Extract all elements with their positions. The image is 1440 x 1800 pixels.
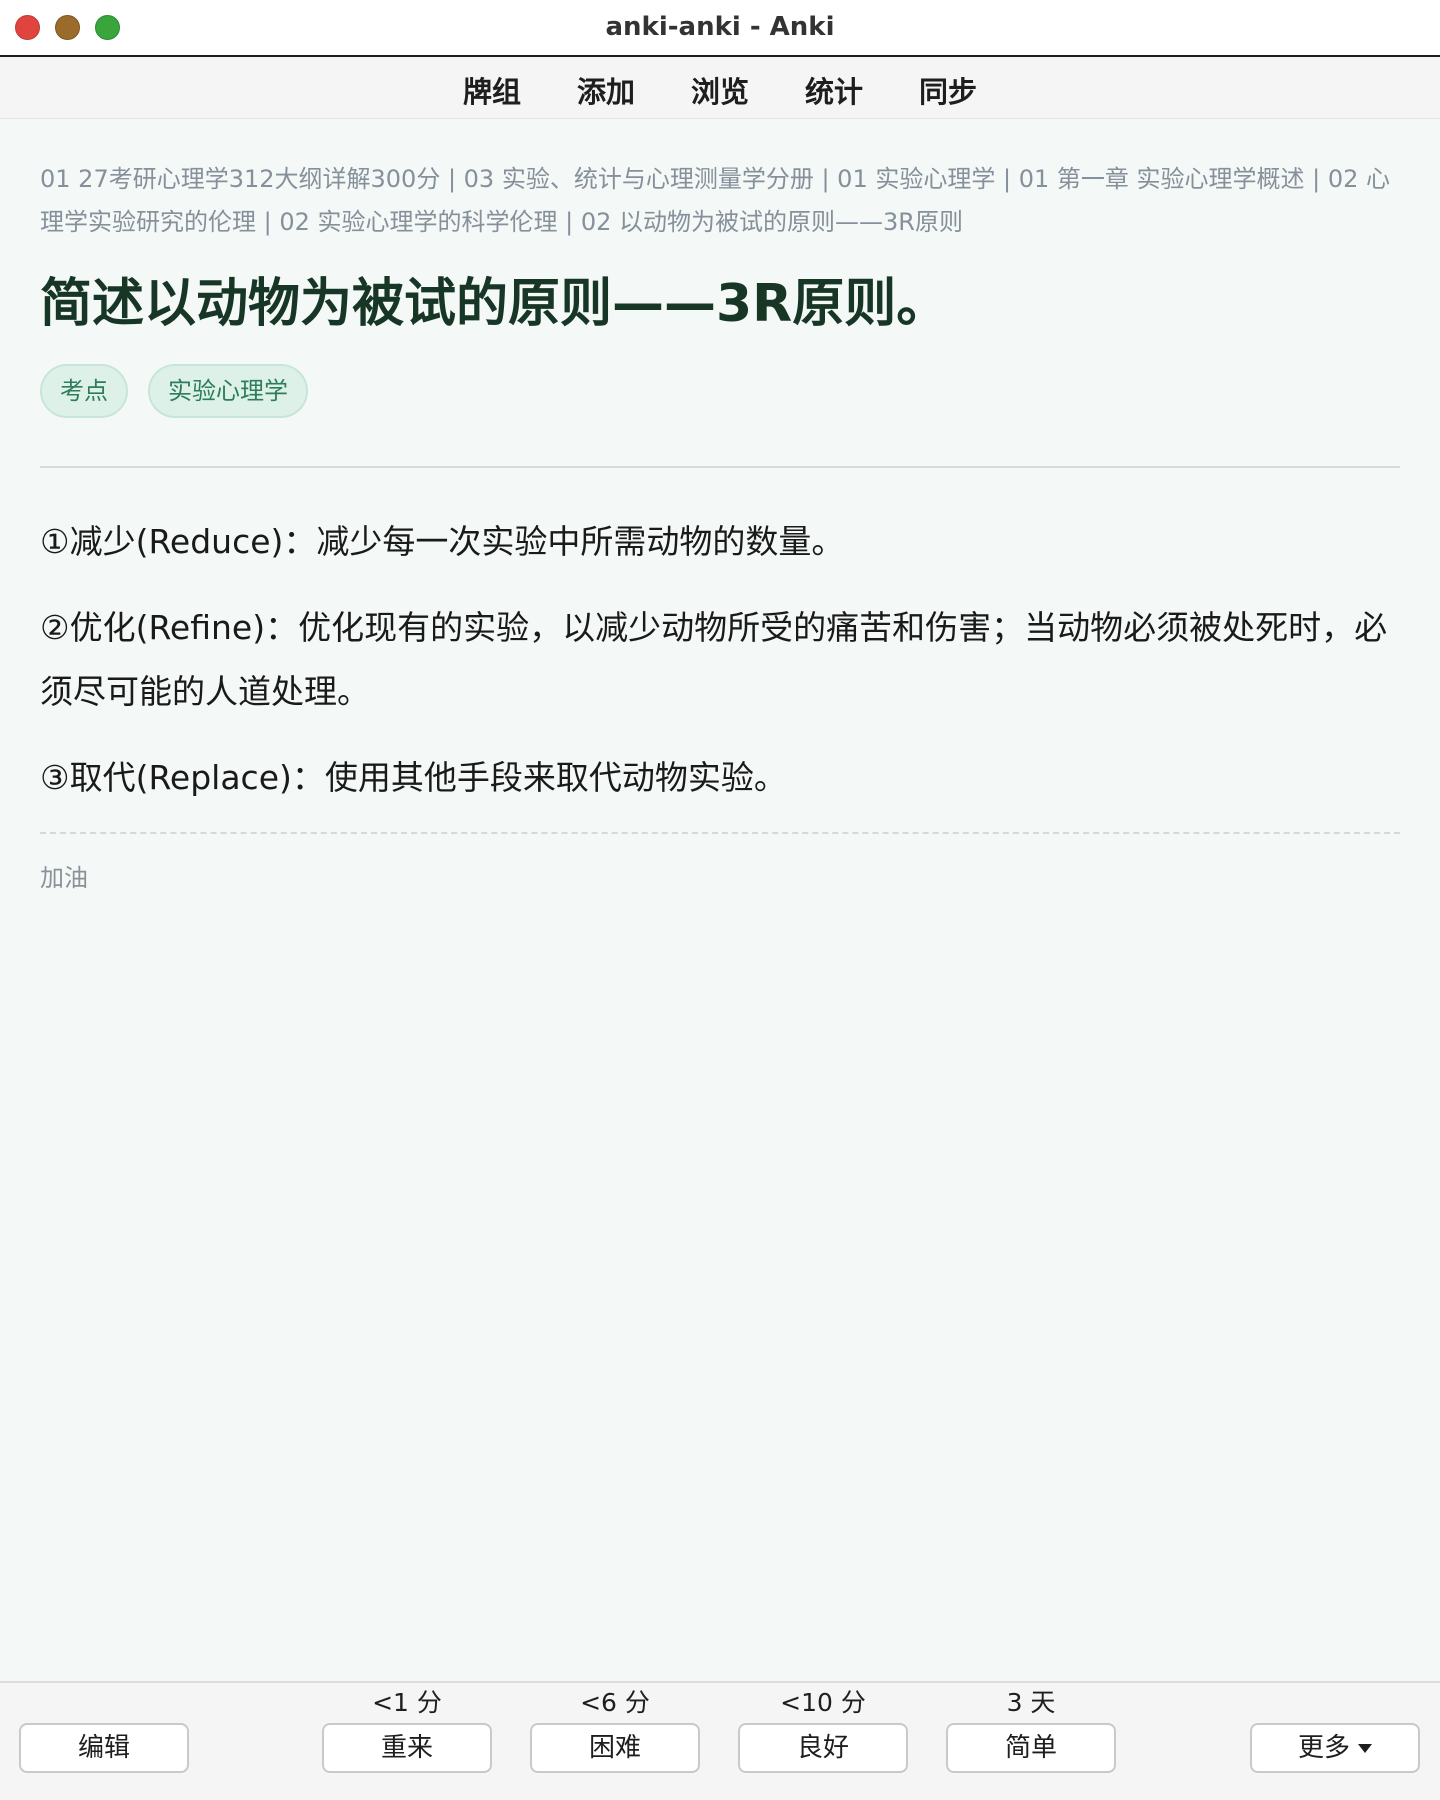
answer-divider [40,466,1400,468]
again-interval: <1 分 [372,1688,442,1717]
note-divider [40,832,1400,834]
card-answer: ①减少(Reduce)：减少每一次实验中所需动物的数量。 ②优化(Refine)… [40,510,1400,810]
hard-button[interactable]: 困难 [530,1723,700,1773]
more-button-label: 更多 [1297,1733,1350,1763]
answer-bar: 编辑 <1 分 重来 <6 分 困难 <10 分 良好 3 天 简单 更多 [0,1681,1440,1800]
toolbar-stats[interactable]: 统计 [801,69,867,111]
answer-point-refine: ②优化(Refine)：优化现有的实验，以减少动物所受的痛苦和伤害；当动物必须被… [40,608,1388,711]
title-bar: anki-anki - Anki [0,0,1440,57]
card-content: 01 27考研心理学312大纲详解300分 | 03 实验、统计与心理测量学分册… [40,118,1400,893]
tag-chip: 考点 [40,364,128,418]
main-toolbar: 牌组 添加 浏览 统计 同步 [0,57,1440,119]
answer-point-replace: ③取代(Replace)：使用其他手段来取代动物实验。 [40,758,787,797]
toolbar-sync[interactable]: 同步 [915,69,981,111]
easy-button[interactable]: 简单 [946,1723,1116,1773]
hard-interval: <6 分 [580,1688,650,1717]
caret-down-icon [1358,1744,1372,1753]
easy-interval: 3 天 [1006,1688,1056,1717]
good-interval: <10 分 [780,1688,866,1717]
tag-chip: 实验心理学 [148,364,308,418]
card-note: 加油 [40,864,88,892]
more-button[interactable]: 更多 [1250,1723,1420,1773]
toolbar-add[interactable]: 添加 [573,69,639,111]
anki-window: anki-anki - Anki 牌组 添加 浏览 统计 同步 01 27考研心… [0,0,1440,1800]
window-title: anki-anki - Anki [605,12,835,42]
deck-breadcrumb: 01 27考研心理学312大纲详解300分 | 03 实验、统计与心理测量学分册… [40,165,1390,236]
edit-button[interactable]: 编辑 [19,1723,189,1773]
tag-list: 考点 实验心理学 [40,364,1400,418]
card-question: 简述以动物为被试的原则——3R原则。 [40,274,949,334]
answer-point-reduce: ①减少(Reduce)：减少每一次实验中所需动物的数量。 [40,522,845,561]
good-button[interactable]: 良好 [738,1723,908,1773]
again-button[interactable]: 重来 [322,1723,492,1773]
toolbar-decks[interactable]: 牌组 [459,69,525,111]
toolbar-browse[interactable]: 浏览 [687,69,753,111]
